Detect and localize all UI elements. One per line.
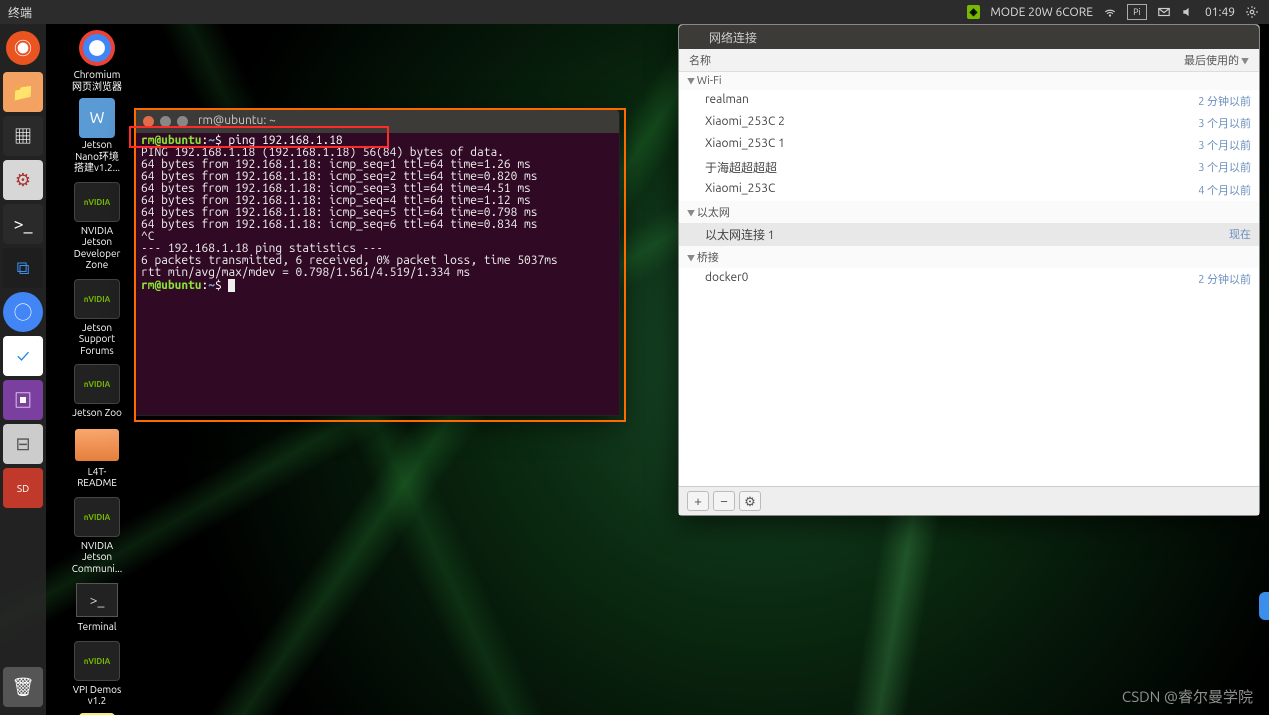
desktop-icon[interactable]: nVIDIAJetson Zoo [54, 364, 140, 419]
network-item-name: Xiaomi_253C 2 [705, 115, 785, 131]
network-group[interactable]: 以太网 [679, 201, 1259, 223]
remove-connection-button[interactable]: − [713, 491, 735, 511]
network-header: 名称 最后使用的▼ [679, 49, 1259, 72]
volume-icon[interactable] [1181, 5, 1195, 19]
network-item-name: realman [705, 93, 749, 109]
desktop-icon[interactable]: nVIDIANVIDIA Jetson Developer Zone [54, 182, 140, 271]
network-footer: + − ⚙ [679, 486, 1259, 515]
desktop-icon-label: VPI Demos v1.2 [54, 684, 140, 707]
desktop-icon[interactable]: nVIDIANVIDIA Jetson Communi... [54, 497, 140, 575]
desktop-icon[interactable]: Chromium 网页浏览器 [54, 30, 140, 92]
network-group[interactable]: Wi-Fi [679, 72, 1259, 90]
terminal-window[interactable]: rm@ubuntu: ~ rm@ubuntu:~$ ping 192.168.1… [134, 108, 620, 416]
settings-icon[interactable] [1245, 5, 1259, 19]
desktop-icon-label: NVIDIA Jetson Communi... [54, 540, 140, 575]
add-connection-button[interactable]: + [687, 491, 709, 511]
network-item[interactable]: 以太网连接 1 现在 [679, 223, 1259, 246]
network-item-time: 现在 [1229, 226, 1251, 243]
network-item-time: 4 个月以前 [1198, 182, 1251, 198]
network-item[interactable]: Xiaomi_253C 1 3 个月以前 [679, 134, 1259, 156]
launcher-vscode[interactable]: ⧉ [3, 248, 43, 288]
launcher: ◉ 📁 ▦ ⚙ >_ ⧉ ◯ ✓ ▣ ⊟ SD 🗑 [0, 24, 46, 715]
network-item[interactable]: Xiaomi_253C 4 个月以前 [679, 179, 1259, 201]
network-item[interactable]: Xiaomi_253C 2 3 个月以前 [679, 112, 1259, 134]
network-item[interactable]: realman 2 分钟以前 [679, 90, 1259, 112]
network-item-time: 3 个月以前 [1198, 159, 1251, 176]
desktop-icon-label: Jetson Nano环境 搭建v1.2... [54, 139, 140, 174]
desktop-icon[interactable]: nVIDIAJetson Support Forums [54, 279, 140, 357]
network-item-time: 2 分钟以前 [1198, 271, 1251, 287]
launcher-terminal[interactable]: >_ [3, 204, 43, 244]
network-title: 网络连接 [709, 29, 757, 46]
network-item-name: 于海超超超超 [705, 159, 777, 176]
launcher-trash[interactable]: 🗑 [3, 667, 43, 707]
launcher-settings[interactable]: ⚙ [3, 160, 43, 200]
network-item[interactable]: docker0 2 分钟以前 [679, 268, 1259, 290]
clock[interactable]: 01:49 [1205, 6, 1235, 19]
network-item-name: 以太网连接 1 [705, 226, 775, 243]
network-item-name: Xiaomi_253C [705, 182, 775, 198]
sort-desc-icon: ▼ [1241, 57, 1249, 66]
desktop-icon[interactable]: WJetson Nano环境 搭建v1.2... [54, 100, 140, 174]
power-mode[interactable]: MODE 20W 6CORE [990, 6, 1093, 19]
desktop-icon-label: Terminal [54, 621, 140, 633]
desktop-icon-label: L4T- README [54, 466, 140, 489]
terminal-title: rm@ubuntu: ~ [198, 115, 276, 127]
terminal-body[interactable]: rm@ubuntu:~$ ping 192.168.1.18 PING 192.… [135, 133, 619, 294]
edit-connection-button[interactable]: ⚙ [739, 491, 761, 511]
network-titlebar[interactable]: 网络连接 [679, 25, 1259, 49]
launcher-display[interactable]: ▣ [3, 380, 43, 420]
launcher-app1[interactable]: ▦ [3, 116, 43, 156]
desktop: 终端 ◈ MODE 20W 6CORE Pi 01:49 ◉ 📁 ▦ ⚙ >_ [0, 0, 1269, 715]
desktop-icon-label: Jetson Zoo [54, 407, 140, 419]
nvidia-badge-icon: ◈ [967, 5, 981, 19]
desktop-icon-label: Jetson Support Forums [54, 322, 140, 357]
desktop-icon[interactable]: nVIDIAVPI Demos v1.2 [54, 641, 140, 707]
network-list[interactable]: Wi-Firealman2 分钟以前Xiaomi_253C 23 个月以前Xia… [679, 72, 1259, 486]
desktop-icon[interactable]: >_Terminal [54, 582, 140, 633]
col-name[interactable]: 名称 [689, 52, 711, 68]
launcher-todesk[interactable]: ✓ [3, 336, 43, 376]
launcher-dash[interactable]: ◉ [3, 28, 43, 68]
minimize-icon[interactable] [160, 116, 171, 127]
desktop-icon-label: Chromium 网页浏览器 [54, 69, 140, 92]
network-window[interactable]: 网络连接 名称 最后使用的▼ Wi-Fi realman 2 分钟以前 Xiaomi_… [678, 24, 1260, 516]
launcher-chromium[interactable]: ◯ [3, 292, 43, 332]
keyboard-icon[interactable]: Pi [1127, 4, 1147, 20]
network-group[interactable]: 桥接 [679, 246, 1259, 268]
col-last-used[interactable]: 最后使用的 [1184, 55, 1239, 67]
top-panel: 终端 ◈ MODE 20W 6CORE Pi 01:49 [0, 0, 1269, 24]
network-item-time: 2 分钟以前 [1198, 93, 1251, 109]
network-item-name: Xiaomi_253C 1 [705, 137, 785, 153]
terminal-titlebar[interactable]: rm@ubuntu: ~ [135, 109, 619, 133]
maximize-icon[interactable] [177, 116, 188, 127]
launcher-files[interactable]: 📁 [3, 72, 43, 112]
desktop-icon-label: NVIDIA Jetson Developer Zone [54, 225, 140, 271]
panel-title: 终端 [0, 4, 32, 21]
network-item[interactable]: 于海超超超超 3 个月以前 [679, 156, 1259, 179]
close-icon[interactable] [143, 116, 154, 127]
network-item-time: 3 个月以前 [1198, 115, 1251, 131]
network-item-name: docker0 [705, 271, 748, 287]
desktop-icons: Chromium 网页浏览器 WJetson Nano环境 搭建v1.2... nV… [54, 30, 144, 715]
network-item-time: 3 个月以前 [1198, 137, 1251, 153]
wifi-icon[interactable] [1103, 5, 1117, 19]
launcher-disk[interactable]: ⊟ [3, 424, 43, 464]
desktop-icon[interactable]: L4T- README [54, 427, 140, 489]
watermark: CSDN @睿尔曼学院 [1122, 686, 1253, 707]
launcher-sd[interactable]: SD [3, 468, 43, 508]
side-handle[interactable] [1259, 592, 1269, 620]
mail-icon[interactable] [1157, 5, 1171, 19]
